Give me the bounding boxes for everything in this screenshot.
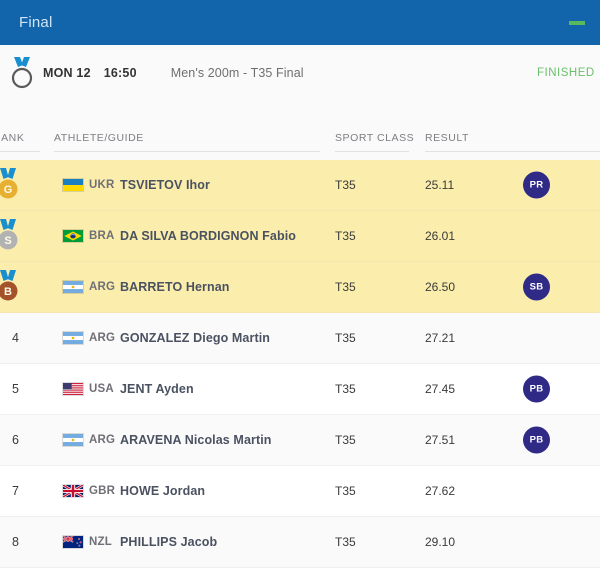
country-code: ARG — [89, 434, 115, 446]
medal-silver-icon: S — [0, 219, 22, 253]
flag-nzl — [62, 535, 84, 549]
flag-arg — [62, 331, 84, 345]
country-code: NZL — [89, 536, 112, 548]
event-time: 16:50 — [104, 66, 137, 80]
country-code: BRA — [89, 230, 115, 242]
column-header-athlete: ATHLETE/GUIDE — [54, 132, 144, 144]
result-value: 27.21 — [425, 331, 455, 345]
result-value: 26.01 — [425, 229, 455, 243]
rank-value: 7 — [12, 484, 19, 498]
flag-arg — [62, 433, 84, 447]
window-title: Final — [19, 14, 53, 31]
table-row[interactable]: 4 ARG GONZALEZ Diego Martin T35 27.21 — [0, 313, 600, 364]
event-info-strip[interactable]: MON 12 16:50 Men's 200m - T35 Final FINI… — [0, 45, 600, 101]
column-header-result: RESULT — [425, 132, 469, 144]
record-badge: PB — [523, 427, 550, 454]
svg-text:G: G — [4, 184, 13, 196]
country-code: ARG — [89, 332, 115, 344]
svg-text:B: B — [4, 286, 12, 298]
result-value: 27.45 — [425, 382, 455, 396]
country-code: GBR — [89, 485, 115, 497]
sport-class-value: T35 — [335, 229, 356, 243]
table-row[interactable]: 8 NZL PHILLIPS Jacob T35 29.10 — [0, 517, 600, 568]
sport-class-value: T35 — [335, 433, 356, 447]
flag-bra — [62, 229, 84, 243]
sport-class-value: T35 — [335, 484, 356, 498]
column-header-sport-class: SPORT CLASS — [335, 132, 414, 144]
athlete-name[interactable]: DA SILVA BORDIGNON Fabio — [120, 229, 296, 243]
athlete-name[interactable]: PHILLIPS Jacob — [120, 535, 217, 549]
result-value: 27.62 — [425, 484, 455, 498]
athlete-name[interactable]: ARAVENA Nicolas Martin — [120, 433, 272, 447]
medal-icon — [7, 56, 37, 90]
column-rule-sport-class — [335, 151, 409, 152]
result-value: 25.11 — [425, 178, 454, 192]
minimize-icon[interactable] — [566, 12, 588, 34]
table-row[interactable]: B ARG BARRETO Hernan T35 26.50 SB — [0, 262, 600, 313]
country-code: USA — [89, 383, 114, 395]
sport-class-value: T35 — [335, 382, 356, 396]
window-titlebar: Final — [0, 0, 600, 45]
event-date: MON 12 — [43, 66, 91, 80]
sport-class-value: T35 — [335, 331, 356, 345]
column-rule-rank — [0, 151, 40, 152]
rank-value: 6 — [12, 433, 19, 447]
record-badge: PR — [523, 172, 550, 199]
medal-bronze-icon: B — [0, 270, 22, 304]
table-row[interactable]: 7 GBR HOWE Jordan T35 27.62 — [0, 466, 600, 517]
rank-value: 5 — [12, 382, 19, 396]
flag-ukr — [62, 178, 84, 192]
flag-usa — [62, 382, 84, 396]
table-body: G UKR TSVIETOV Ihor T35 25.11 PR S BRA DA SILVA … — [0, 160, 600, 568]
result-value: 27.51 — [425, 433, 455, 447]
sport-class-value: T35 — [335, 280, 356, 294]
svg-text:S: S — [4, 235, 11, 247]
column-header-rank: RANK — [0, 132, 24, 144]
record-badge: SB — [523, 274, 550, 301]
column-rule-result — [425, 151, 600, 152]
athlete-name[interactable]: BARRETO Hernan — [120, 280, 230, 294]
column-rule-athlete — [54, 151, 320, 152]
table-row[interactable]: 6 ARG ARAVENA Nicolas Martin T35 27.51 PB — [0, 415, 600, 466]
table-row[interactable]: G UKR TSVIETOV Ihor T35 25.11 PR — [0, 160, 600, 211]
table-row[interactable]: S BRA DA SILVA BORDIGNON Fabio T35 26.01 — [0, 211, 600, 262]
event-name: Men's 200m - T35 Final — [171, 66, 304, 80]
table-header-row: RANK ATHLETE/GUIDE SPORT CLASS RESULT — [0, 100, 600, 160]
flag-gbr — [62, 484, 84, 498]
athlete-name[interactable]: TSVIETOV Ihor — [120, 178, 210, 192]
flag-arg — [62, 280, 84, 294]
rank-value: 8 — [12, 535, 19, 549]
result-value: 26.50 — [425, 280, 455, 294]
sport-class-value: T35 — [335, 535, 356, 549]
results-table: RANK ATHLETE/GUIDE SPORT CLASS RESULT G U… — [0, 100, 600, 568]
sport-class-value: T35 — [335, 178, 356, 192]
event-status: FINISHED — [537, 67, 595, 79]
athlete-name[interactable]: HOWE Jordan — [120, 484, 205, 498]
athlete-name[interactable]: GONZALEZ Diego Martin — [120, 331, 270, 345]
rank-value: 4 — [12, 331, 19, 345]
country-code: UKR — [89, 179, 115, 191]
table-row[interactable]: 5 USA JENT Ayden T35 27.45 PB — [0, 364, 600, 415]
athlete-name[interactable]: JENT Ayden — [120, 382, 194, 396]
record-badge: PB — [523, 376, 550, 403]
result-value: 29.10 — [425, 535, 455, 549]
medal-gold-icon: G — [0, 168, 22, 202]
country-code: ARG — [89, 281, 115, 293]
